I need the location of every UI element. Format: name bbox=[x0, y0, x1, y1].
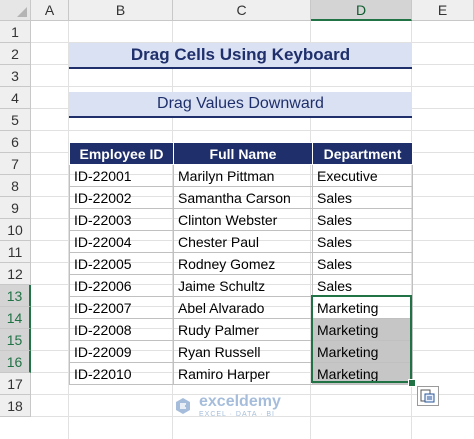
row-header-4[interactable]: 4 bbox=[0, 87, 31, 109]
employee-id-cell[interactable]: ID-22005 bbox=[69, 252, 174, 275]
column-header-a[interactable]: A bbox=[31, 0, 69, 21]
employee-id-cell[interactable]: ID-22008 bbox=[69, 318, 174, 341]
select-all-corner[interactable] bbox=[0, 0, 31, 21]
table-row: ID-22005 Rodney Gomez Sales bbox=[69, 252, 413, 275]
row-header-14[interactable]: 14 bbox=[0, 307, 31, 329]
department-cell[interactable]: Marketing bbox=[312, 362, 413, 385]
column-header-b[interactable]: B bbox=[69, 0, 173, 21]
sheet-subtitle[interactable]: Drag Values Downward bbox=[69, 92, 412, 118]
employee-table: Employee ID Full Name Department ID-2200… bbox=[69, 142, 413, 385]
table-row: ID-22003 Clinton Webster Sales bbox=[69, 208, 413, 231]
watermark-name: exceldemy bbox=[199, 393, 281, 410]
header-employee-id[interactable]: Employee ID bbox=[69, 142, 174, 165]
column-header-e[interactable]: E bbox=[412, 0, 474, 21]
paste-options-icon bbox=[420, 389, 435, 403]
employee-id-cell[interactable]: ID-22003 bbox=[69, 208, 174, 231]
fill-handle[interactable] bbox=[408, 379, 416, 387]
full-name-cell[interactable]: Clinton Webster bbox=[173, 208, 313, 231]
department-cell[interactable]: Sales bbox=[312, 186, 413, 209]
employee-id-cell[interactable]: ID-22001 bbox=[69, 164, 174, 187]
row-header-6[interactable]: 6 bbox=[0, 131, 31, 153]
spreadsheet-grid: A B C D E 1 2 3 4 5 6 7 8 9 10 11 12 13 14 15 16 17 18 Dr… bbox=[0, 0, 474, 439]
header-department[interactable]: Department bbox=[312, 142, 413, 165]
table-row: ID-22008 Rudy Palmer Marketing bbox=[69, 318, 413, 341]
row-header-7[interactable]: 7 bbox=[0, 153, 31, 175]
sheet-title[interactable]: Drag Cells Using Keyboard bbox=[69, 43, 412, 69]
watermark: exceldemy EXCEL · DATA · BI bbox=[173, 393, 281, 418]
table-row: ID-22001 Marilyn Pittman Executive bbox=[69, 164, 413, 187]
row-header-17[interactable]: 17 bbox=[0, 373, 31, 395]
full-name-cell[interactable]: Rudy Palmer bbox=[173, 318, 313, 341]
row-header-15[interactable]: 15 bbox=[0, 329, 31, 351]
row-header-5[interactable]: 5 bbox=[0, 109, 31, 131]
employee-id-cell[interactable]: ID-22002 bbox=[69, 186, 174, 209]
row-header-12[interactable]: 12 bbox=[0, 263, 31, 285]
row-header-2[interactable]: 2 bbox=[0, 43, 31, 65]
table-row: ID-22004 Chester Paul Sales bbox=[69, 230, 413, 253]
paste-options-button[interactable] bbox=[417, 386, 439, 406]
row-header-9[interactable]: 9 bbox=[0, 197, 31, 219]
employee-id-cell[interactable]: ID-22009 bbox=[69, 340, 174, 363]
department-cell[interactable]: Sales bbox=[312, 208, 413, 231]
table-row: ID-22010 Ramiro Harper Marketing bbox=[69, 362, 413, 385]
row-header-3[interactable]: 3 bbox=[0, 65, 31, 87]
full-name-cell[interactable]: Jaime Schultz bbox=[173, 274, 313, 297]
exceldemy-logo-icon bbox=[176, 397, 190, 414]
row-header-10[interactable]: 10 bbox=[0, 219, 31, 241]
department-cell[interactable]: Sales bbox=[312, 274, 413, 297]
employee-id-cell[interactable]: ID-22006 bbox=[69, 274, 174, 297]
row-header-18[interactable]: 18 bbox=[0, 395, 31, 417]
employee-id-cell[interactable]: ID-22007 bbox=[69, 296, 174, 319]
row-header-8[interactable]: 8 bbox=[0, 175, 31, 197]
full-name-cell[interactable]: Chester Paul bbox=[173, 230, 313, 253]
table-row: ID-22006 Jaime Schultz Sales bbox=[69, 274, 413, 297]
full-name-cell[interactable]: Abel Alvarado bbox=[173, 296, 313, 319]
department-cell[interactable]: Sales bbox=[312, 230, 413, 253]
row-header-16[interactable]: 16 bbox=[0, 351, 31, 373]
employee-id-cell[interactable]: ID-22010 bbox=[69, 362, 174, 385]
full-name-cell[interactable]: Rodney Gomez bbox=[173, 252, 313, 275]
table-row: ID-22009 Ryan Russell Marketing bbox=[69, 340, 413, 363]
row-header-1[interactable]: 1 bbox=[0, 21, 31, 43]
department-cell[interactable]: Marketing bbox=[312, 296, 413, 319]
full-name-cell[interactable]: Ryan Russell bbox=[173, 340, 313, 363]
department-cell[interactable]: Marketing bbox=[312, 318, 413, 341]
table-row: ID-22002 Samantha Carson Sales bbox=[69, 186, 413, 209]
header-full-name[interactable]: Full Name bbox=[173, 142, 313, 165]
row-header-13[interactable]: 13 bbox=[0, 285, 31, 307]
column-header-c[interactable]: C bbox=[173, 0, 311, 21]
column-header-d[interactable]: D bbox=[311, 0, 412, 21]
full-name-cell[interactable]: Marilyn Pittman bbox=[173, 164, 313, 187]
department-cell[interactable]: Executive bbox=[312, 164, 413, 187]
full-name-cell[interactable]: Samantha Carson bbox=[173, 186, 313, 209]
table-row: ID-22007 Abel Alvarado Marketing bbox=[69, 296, 413, 319]
row-header-11[interactable]: 11 bbox=[0, 241, 31, 263]
watermark-tagline: EXCEL · DATA · BI bbox=[199, 411, 275, 418]
employee-id-cell[interactable]: ID-22004 bbox=[69, 230, 174, 253]
department-cell[interactable]: Marketing bbox=[312, 340, 413, 363]
full-name-cell[interactable]: Ramiro Harper bbox=[173, 362, 313, 385]
department-cell[interactable]: Sales bbox=[312, 252, 413, 275]
